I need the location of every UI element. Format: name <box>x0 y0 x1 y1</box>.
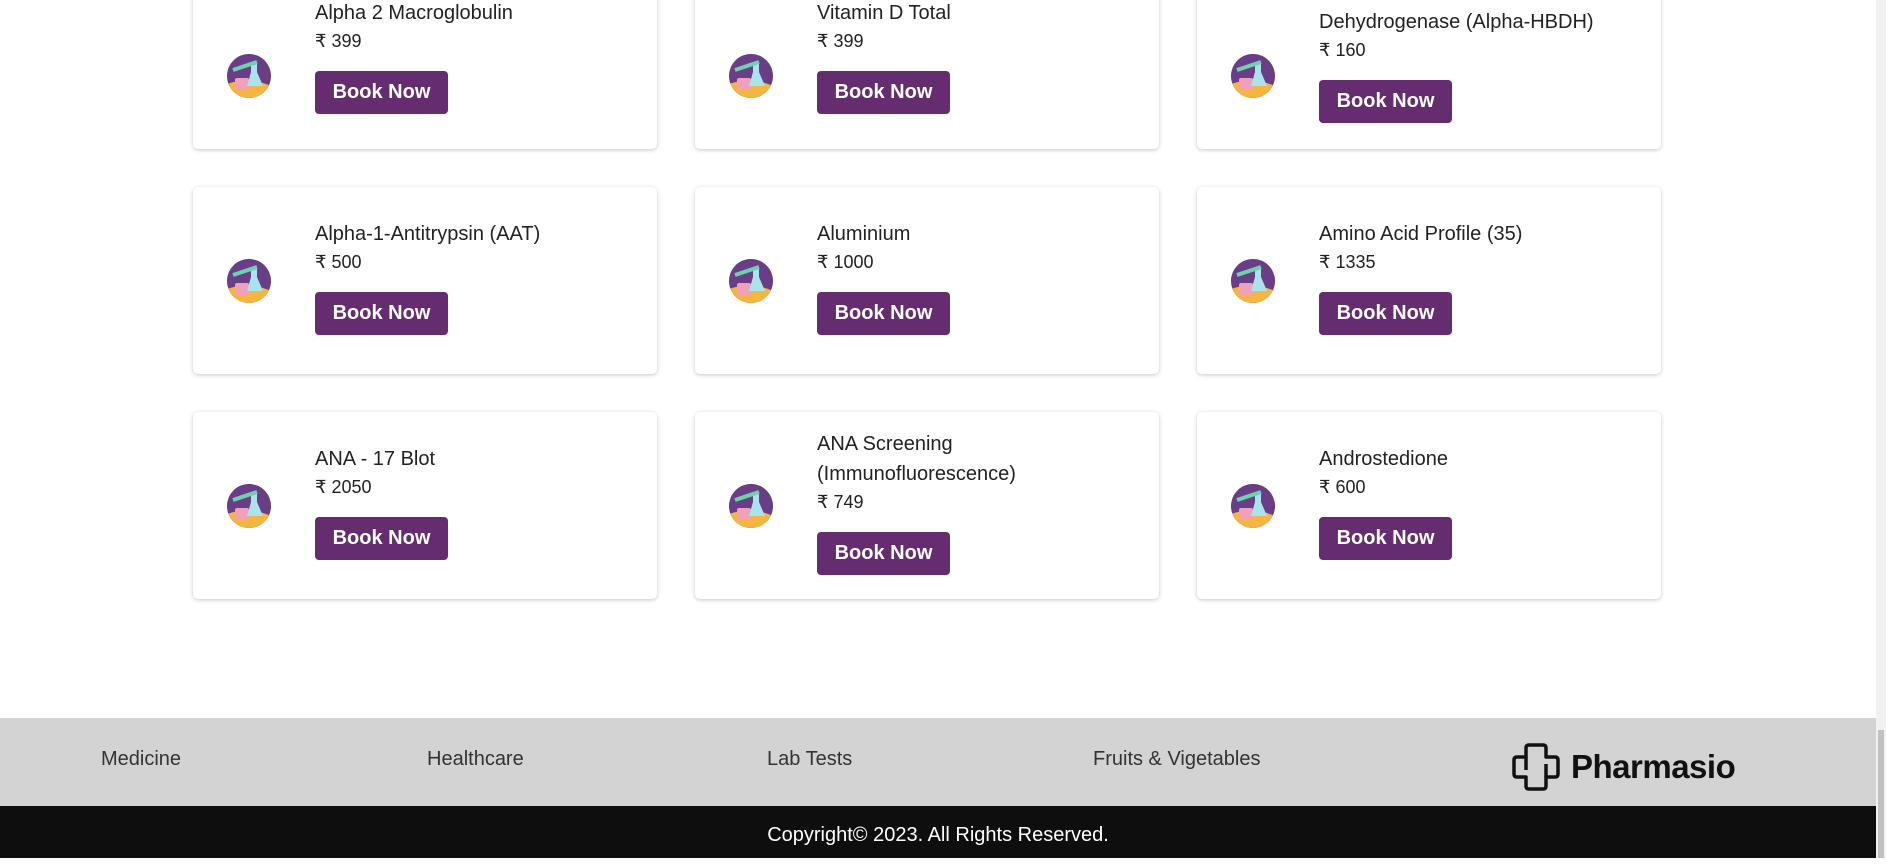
product-price: ₹ 1000 <box>817 252 874 272</box>
lab-test-icon <box>729 54 773 98</box>
book-now-button[interactable]: Book Now <box>817 292 950 335</box>
footer-link-medicine[interactable]: Medicine <box>101 748 181 771</box>
brand-logo[interactable]: Pharmasio <box>1511 742 1736 792</box>
product-price: ₹ 399 <box>315 31 362 51</box>
product-name: Androstedione <box>1319 448 1448 470</box>
product-card: ANA - 17 Blot ₹ 2050 Book Now <box>193 412 657 599</box>
product-name: Aluminium <box>817 223 911 245</box>
product-name: Vitamin D Total <box>817 2 951 24</box>
book-now-button[interactable]: Book Now <box>1319 80 1452 123</box>
book-now-button[interactable]: Book Now <box>1319 517 1452 560</box>
lab-test-icon <box>227 484 271 528</box>
lab-test-icon <box>227 54 271 98</box>
pharmacy-cross-icon <box>1512 743 1560 791</box>
book-now-button[interactable]: Book Now <box>817 532 950 575</box>
book-now-button[interactable]: Book Now <box>817 71 950 114</box>
product-card: Vitamin D Total ₹ 399 Book Now <box>695 0 1159 149</box>
product-price: ₹ 2050 <box>315 477 372 497</box>
product-price: ₹ 749 <box>817 492 864 512</box>
book-now-button[interactable]: Book Now <box>315 292 448 335</box>
product-card: Aluminium ₹ 1000 Book Now <box>695 187 1159 374</box>
product-name: ANA Screening (Immunofluorescence) <box>817 433 1016 485</box>
scrollbar-thumb[interactable] <box>1878 730 1884 858</box>
footer-nav: Medicine Healthcare Lab Tests Fruits & V… <box>0 718 1876 806</box>
scrollbar[interactable] <box>1876 0 1886 858</box>
product-card: Amino Acid Profile (35) ₹ 1335 Book Now <box>1197 187 1661 374</box>
copyright-bar: Copyright© 2023. All Rights Reserved. <box>0 806 1876 858</box>
lab-test-icon <box>1231 259 1275 303</box>
product-name: Amino Acid Profile (35) <box>1319 223 1523 245</box>
product-name: ANA - 17 Blot <box>315 448 436 470</box>
product-price: ₹ 160 <box>1319 40 1366 60</box>
product-card: Alpha-1-Antitrypsin (AAT) ₹ 500 Book Now <box>193 187 657 374</box>
lab-test-icon <box>227 259 271 303</box>
product-name: Alpha-1-Antitrypsin (AAT) <box>315 223 541 245</box>
lab-test-icon <box>1231 484 1275 528</box>
product-name: Alpha 2 Macroglobulin <box>315 2 513 24</box>
product-price: ₹ 399 <box>817 31 864 51</box>
footer-link-lab-tests[interactable]: Lab Tests <box>767 748 852 771</box>
product-price: ₹ 600 <box>1319 477 1366 497</box>
lab-test-icon <box>729 484 773 528</box>
product-name: Dehydrogenase (Alpha-HBDH) <box>1319 11 1594 33</box>
lab-test-icon <box>1231 54 1275 98</box>
product-price: ₹ 1335 <box>1319 252 1376 272</box>
product-price: ₹ 500 <box>315 252 362 272</box>
footer-link-fruits-vegetables[interactable]: Fruits & Vigetables <box>1093 748 1261 771</box>
book-now-button[interactable]: Book Now <box>315 517 448 560</box>
book-now-button[interactable]: Book Now <box>315 71 448 114</box>
product-card: Dehydrogenase (Alpha-HBDH) ₹ 160 Book No… <box>1197 0 1661 149</box>
footer-link-healthcare[interactable]: Healthcare <box>427 748 524 771</box>
book-now-button[interactable]: Book Now <box>1319 292 1452 335</box>
product-card: ANA Screening (Immunofluorescence) ₹ 749… <box>695 412 1159 599</box>
copyright-text: Copyright© 2023. All Rights Reserved. <box>767 824 1109 846</box>
product-card: Alpha 2 Macroglobulin ₹ 399 Book Now <box>193 0 657 149</box>
brand-name: Pharmasio <box>1571 748 1736 785</box>
lab-test-icon <box>729 259 773 303</box>
product-card: Androstedione ₹ 600 Book Now <box>1197 412 1661 599</box>
